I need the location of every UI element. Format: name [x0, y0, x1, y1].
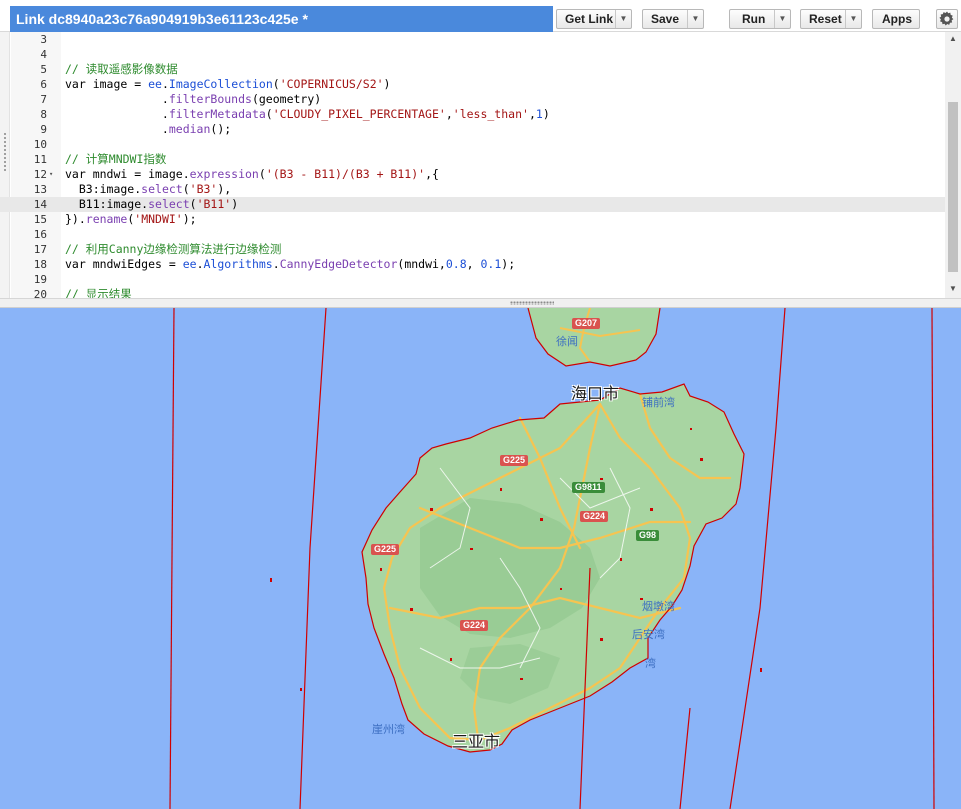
- line-number: 3: [40, 33, 47, 46]
- code-line[interactable]: 3: [0, 32, 945, 47]
- script-title[interactable]: Link dc8940a23c76a904919b3e61123c425e *: [10, 6, 553, 32]
- get-link-button[interactable]: Get Link ▼: [556, 9, 632, 29]
- scroll-down-icon[interactable]: ▼: [949, 284, 957, 293]
- code-line[interactable]: 20 // 显示结果: [0, 287, 945, 298]
- code-line[interactable]: 11 // 计算MNDWI指数: [0, 152, 945, 167]
- road-shield-g9811: G9811: [572, 482, 605, 493]
- line-number: 19: [33, 273, 47, 286]
- code-text: var image = ee.ImageCollection('COPERNIC…: [65, 77, 391, 91]
- line-number: 15: [33, 213, 47, 226]
- code-line[interactable]: 15 }).rename('MNDWI');: [0, 212, 945, 227]
- hou-an-label: 后安湾: [632, 628, 665, 641]
- sanya-city-label: 三亚市: [452, 732, 501, 751]
- code-text: var mndwiEdges = ee.Algorithms.CannyEdge…: [65, 257, 516, 271]
- fold-chevron-icon[interactable]: ▾: [49, 167, 53, 182]
- code-text: // 利用Canny边缘检测算法进行边缘检测: [65, 242, 282, 256]
- gear-icon: [939, 11, 954, 26]
- code-text: .filterBounds(geometry): [65, 92, 322, 106]
- reset-label: Reset: [809, 12, 842, 26]
- code-text: .median();: [65, 122, 232, 136]
- code-editor[interactable]: 3 4 5 // 读取遥感影像数据 6 var image = ee.ImageColle…: [0, 32, 961, 298]
- code-line[interactable]: 6 var image = ee.ImageCollection('COPERNI…: [0, 77, 945, 92]
- editor-map-splitter[interactable]: [0, 298, 961, 308]
- save-button[interactable]: Save ▼: [642, 9, 704, 29]
- yan-tai-label: 烟墩湾: [642, 600, 675, 613]
- code-line[interactable]: 4: [0, 47, 945, 62]
- editor-vertical-scrollbar[interactable]: ▲ ▼: [945, 32, 961, 298]
- code-line[interactable]: 10: [0, 137, 945, 152]
- code-text: // 读取遥感影像数据: [65, 62, 178, 76]
- code-text: B11:image.select('B11'): [65, 197, 239, 211]
- apps-label: Apps: [882, 12, 912, 26]
- road-shield-g224-south: G224: [460, 620, 489, 631]
- line-number: 4: [40, 48, 47, 61]
- road-shield-g207: G207: [572, 318, 601, 329]
- code-line[interactable]: 9 .median();: [0, 122, 945, 137]
- get-link-dropdown-icon[interactable]: ▼: [615, 10, 631, 28]
- line-number: 13: [33, 183, 47, 196]
- code-text: // 显示结果: [65, 287, 132, 298]
- apps-button[interactable]: Apps: [872, 9, 920, 29]
- road-shield-g225-north: G225: [500, 455, 529, 466]
- line-number: 10: [33, 138, 47, 151]
- road-shield-g98: G98: [636, 530, 660, 541]
- reset-dropdown-icon[interactable]: ▼: [845, 10, 861, 28]
- code-line[interactable]: 7 .filterBounds(geometry): [0, 92, 945, 107]
- get-link-label: Get Link: [565, 12, 614, 26]
- code-line[interactable]: 18 var mndwiEdges = ee.Algorithms.CannyEd…: [0, 257, 945, 272]
- scroll-up-icon[interactable]: ▲: [949, 34, 957, 43]
- editor-scroll-thumb[interactable]: [948, 102, 958, 272]
- yazhou-label: 崖州湾: [372, 723, 405, 736]
- save-dropdown-icon[interactable]: ▼: [687, 10, 703, 28]
- line-number: 20: [33, 288, 47, 298]
- line-number: 18: [33, 258, 47, 271]
- code-text: // 计算MNDWI指数: [65, 152, 167, 166]
- run-label: Run: [742, 12, 766, 26]
- code-line[interactable]: 17 // 利用Canny边缘检测算法进行边缘检测: [0, 242, 945, 257]
- line-number: 7: [40, 93, 47, 106]
- line-number: 17: [33, 243, 47, 256]
- haikou-city-label: 海口市: [571, 384, 620, 403]
- east-bay-label: 湾: [645, 657, 656, 670]
- code-line[interactable]: 5 // 读取遥感影像数据: [0, 62, 945, 77]
- line-number: 14: [33, 198, 47, 211]
- run-dropdown-icon[interactable]: ▼: [774, 10, 790, 28]
- xuwen-label: 徐闻: [556, 335, 578, 348]
- line-number: 12: [33, 168, 47, 181]
- run-button[interactable]: Run ▼: [729, 9, 791, 29]
- code-line[interactable]: 16: [0, 227, 945, 242]
- line-number: 8: [40, 108, 47, 121]
- script-toolbar: Link dc8940a23c76a904919b3e61123c425e * …: [0, 0, 961, 32]
- line-number: 6: [40, 78, 47, 91]
- code-line[interactable]: 13 B3:image.select('B3'),: [0, 182, 945, 197]
- line-number: 16: [33, 228, 47, 241]
- line-number: 9: [40, 123, 47, 136]
- code-line[interactable]: 14 B11:image.select('B11'): [0, 197, 945, 212]
- pu-qian-label: 铺前湾: [642, 396, 675, 409]
- code-text: .filterMetadata('CLOUDY_PIXEL_PERCENTAGE…: [65, 107, 550, 121]
- splitter-grip-icon[interactable]: [510, 301, 554, 305]
- road-shield-g224-north: G224: [580, 511, 609, 522]
- line-number: 5: [40, 63, 47, 76]
- code-line[interactable]: 8 .filterMetadata('CLOUDY_PIXEL_PERCENTA…: [0, 107, 945, 122]
- road-shield-g225-west: G225: [371, 544, 400, 555]
- code-text: }).rename('MNDWI');: [65, 212, 197, 226]
- map-view[interactable]: 海口市 三亚市 铺前湾 烟墩湾 后安湾 湾 徐闻 崖州湾 G207 G225 G…: [0, 308, 961, 809]
- code-line[interactable]: 19: [0, 272, 945, 287]
- save-label: Save: [651, 12, 680, 26]
- code-text: B3:image.select('B3'),: [65, 182, 232, 196]
- code-line[interactable]: 12 ▾ var mndwi = image.expression('(B3 - B…: [0, 167, 945, 182]
- line-number: 11: [33, 153, 47, 166]
- settings-button[interactable]: [936, 9, 958, 29]
- code-text: var mndwi = image.expression('(B3 - B11)…: [65, 167, 439, 181]
- reset-button[interactable]: Reset ▼: [800, 9, 862, 29]
